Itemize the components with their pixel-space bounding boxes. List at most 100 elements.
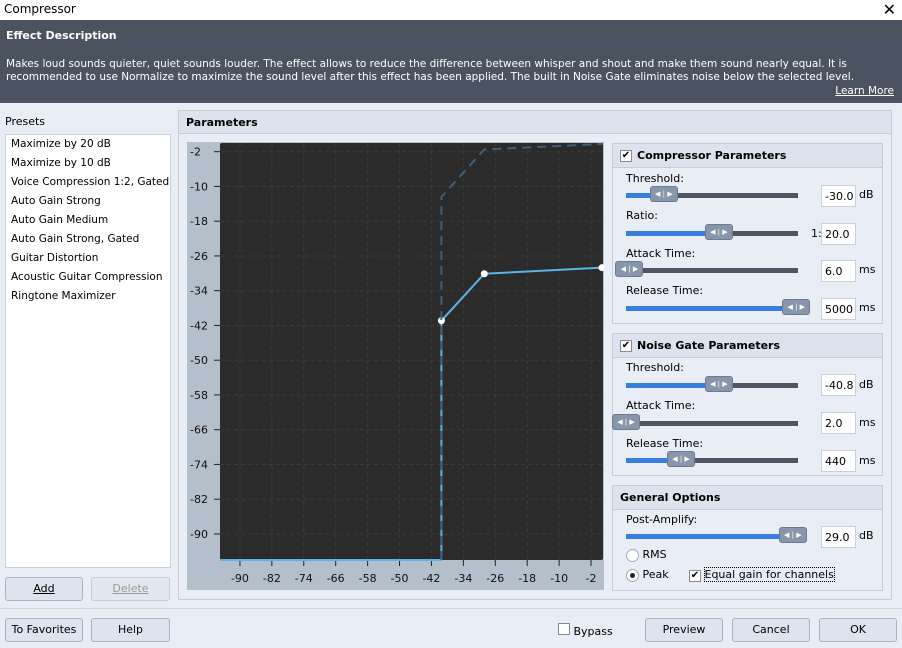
- slider-thumb[interactable]: ◀ | ▶: [612, 414, 640, 430]
- equal-gain-check-icon[interactable]: ✔: [689, 570, 701, 582]
- transfer-curve-chart[interactable]: -90 -82 -74 -66 -58 -50 -42 -34 -26 -18 -10 -2 -2 -10…: [187, 142, 606, 590]
- threshold-input[interactable]: -30.0: [821, 185, 856, 207]
- compressor-title: Compressor Parameters: [637, 149, 787, 162]
- y-tick-label: -50: [190, 354, 208, 367]
- equal-gain-label: Equal gain for channels: [703, 567, 835, 582]
- y-tick-label: -2: [190, 146, 201, 159]
- slider-thumb[interactable]: ◀ | ▶: [704, 224, 733, 240]
- description-heading: Effect Description: [6, 29, 117, 42]
- rms-radio[interactable]: RMS: [626, 548, 667, 562]
- preset-item[interactable]: Voice Compression 1:2, Gated: [6, 173, 170, 192]
- slider-fill: [626, 534, 793, 539]
- post-amplify-slider[interactable]: ◀ | ▶: [626, 527, 807, 543]
- delete-button[interactable]: Delete: [91, 577, 170, 601]
- x-tick-label: -42: [422, 572, 440, 585]
- post-amplify-label: Post-Amplify:: [626, 513, 698, 526]
- post-amplify-input[interactable]: 29.0: [821, 526, 856, 548]
- release-unit: ms: [859, 301, 876, 314]
- preset-item[interactable]: Guitar Distortion: [6, 249, 170, 268]
- rms-label: RMS: [642, 548, 667, 561]
- bypass-checkbox[interactable]: Bypass: [558, 623, 613, 638]
- to-favorites-button[interactable]: To Favorites: [5, 618, 83, 642]
- parameters-title: Parameters: [179, 111, 891, 134]
- curve-point: [480, 270, 488, 278]
- effect-description: Effect Description Makes loud sounds qui…: [0, 20, 902, 103]
- slider-thumb[interactable]: ◀ | ▶: [778, 527, 807, 543]
- slider-thumb[interactable]: ◀ | ▶: [649, 186, 678, 202]
- preview-button[interactable]: Preview: [645, 618, 723, 642]
- ng-attack-input[interactable]: 2.0: [821, 412, 856, 434]
- preset-item[interactable]: Maximize by 10 dB: [6, 154, 170, 173]
- add-button[interactable]: Add: [5, 577, 83, 601]
- attack-slider[interactable]: ◀ | ▶: [615, 261, 798, 277]
- x-tick-label: -82: [263, 572, 281, 585]
- general-options-title: General Options: [620, 491, 721, 504]
- ok-button[interactable]: OK: [819, 618, 897, 642]
- ng-threshold-label: Threshold:: [626, 361, 684, 374]
- preset-item[interactable]: Maximize by 20 dB: [6, 135, 170, 154]
- ng-attack-unit: ms: [859, 416, 876, 429]
- x-tick-label: -2: [586, 572, 597, 585]
- noise-gate-enable-checkbox[interactable]: ✔: [620, 339, 632, 352]
- peak-radio[interactable]: Peak: [626, 568, 669, 582]
- ng-threshold-input[interactable]: -40.8: [821, 374, 856, 396]
- threshold-unit: dB: [859, 188, 874, 201]
- presets-list[interactable]: Maximize by 20 dB Maximize by 10 dB Voic…: [5, 134, 171, 568]
- description-text: Makes loud sounds quieter, quiet sounds …: [6, 58, 855, 83]
- preset-item[interactable]: Auto Gain Strong, Gated: [6, 230, 170, 249]
- ng-release-label: Release Time:: [626, 437, 704, 450]
- ng-release-unit: ms: [859, 454, 876, 467]
- preset-item[interactable]: Ringtone Maximizer: [6, 287, 170, 306]
- post-amplify-unit: dB: [859, 529, 874, 542]
- ng-attack-label: Attack Time:: [626, 399, 696, 412]
- y-tick-label: -66: [190, 424, 208, 437]
- release-label: Release Time:: [626, 284, 704, 297]
- x-tick-label: -26: [486, 572, 504, 585]
- y-tick-label: -74: [190, 458, 208, 471]
- threshold-slider[interactable]: ◀ | ▶: [626, 186, 798, 202]
- ng-threshold-slider[interactable]: ◀ | ▶: [626, 376, 798, 392]
- help-button[interactable]: Help: [91, 618, 170, 642]
- threshold-label: Threshold:: [626, 172, 684, 185]
- bypass-label: Bypass: [573, 625, 613, 638]
- y-tick-label: -90: [190, 528, 208, 541]
- ng-attack-slider[interactable]: ◀ | ▶: [612, 414, 798, 430]
- x-tick-label: -10: [550, 572, 568, 585]
- bypass-check-icon[interactable]: [558, 623, 570, 635]
- ratio-slider[interactable]: ◀ | ▶: [626, 224, 798, 240]
- x-tick-label: -34: [454, 572, 472, 585]
- slider-thumb[interactable]: ◀ | ▶: [782, 299, 811, 315]
- chart-svg[interactable]: -90 -82 -74 -66 -58 -50 -42 -34 -26 -18 -10 -2 -2 -10…: [187, 142, 606, 590]
- x-tick-label: -50: [391, 572, 409, 585]
- learn-more-link[interactable]: Learn More: [835, 85, 894, 97]
- preset-item[interactable]: Auto Gain Medium: [6, 211, 170, 230]
- title-bar: Compressor ✕: [0, 0, 902, 20]
- close-icon[interactable]: ✕: [883, 0, 896, 19]
- slider-thumb[interactable]: ◀ | ▶: [667, 451, 696, 467]
- x-tick-label: -90: [231, 572, 249, 585]
- x-tick-label: -66: [327, 572, 345, 585]
- y-tick-label: -58: [190, 389, 208, 402]
- release-input[interactable]: 5000: [821, 298, 856, 320]
- x-tick-label: -18: [518, 572, 536, 585]
- slider-fill: [626, 306, 797, 311]
- peak-radio-icon[interactable]: [626, 568, 639, 582]
- attack-input[interactable]: 6.0: [821, 260, 856, 282]
- x-tick-label: -58: [359, 572, 377, 585]
- ng-release-slider[interactable]: ◀ | ▶: [626, 451, 798, 467]
- ratio-input[interactable]: 20.0: [821, 223, 856, 245]
- release-slider[interactable]: ◀ | ▶: [626, 299, 811, 315]
- slider-thumb[interactable]: ◀ | ▶: [704, 376, 733, 392]
- rms-radio-icon[interactable]: [626, 548, 639, 562]
- compressor-enable-checkbox[interactable]: ✔: [620, 149, 632, 162]
- ng-threshold-unit: dB: [859, 378, 874, 391]
- preset-item[interactable]: Auto Gain Strong: [6, 192, 170, 211]
- cancel-button[interactable]: Cancel: [732, 618, 810, 642]
- ng-release-input[interactable]: 440: [821, 450, 856, 472]
- presets-label: Presets: [5, 115, 46, 128]
- equal-gain-checkbox[interactable]: ✔ Equal gain for channels: [689, 567, 835, 582]
- preset-item[interactable]: Acoustic Guitar Compression: [6, 268, 170, 287]
- peak-label: Peak: [642, 568, 669, 581]
- window-title: Compressor: [4, 2, 76, 16]
- slider-thumb[interactable]: ◀ | ▶: [615, 261, 644, 277]
